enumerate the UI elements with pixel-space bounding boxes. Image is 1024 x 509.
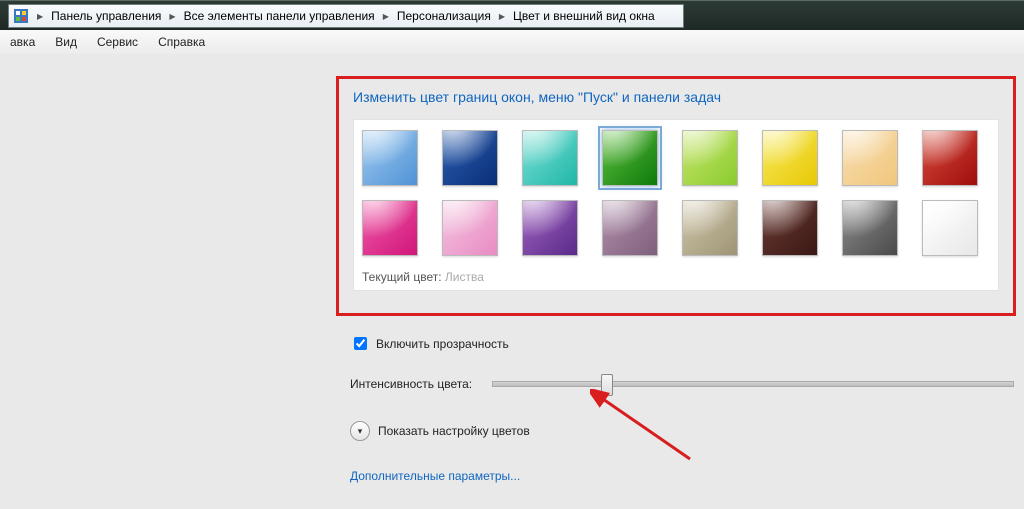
current-color-label: Текущий цвет: <box>362 270 442 284</box>
breadcrumb-item[interactable]: Все элементы панели управления <box>180 5 379 27</box>
menu-item-edit[interactable]: авка <box>0 30 45 54</box>
control-panel-icon <box>13 8 29 24</box>
color-swatch-peach[interactable] <box>842 130 898 186</box>
color-swatch-red[interactable] <box>922 130 978 186</box>
swatch-row <box>362 130 990 186</box>
color-swatch-magenta[interactable] <box>362 200 418 256</box>
chevron-right-icon: ▶ <box>379 12 393 21</box>
color-swatch-sky[interactable] <box>362 130 418 186</box>
color-swatch-pink[interactable] <box>442 200 498 256</box>
intensity-label: Интенсивность цвета: <box>350 377 472 391</box>
menu-item-help[interactable]: Справка <box>148 30 215 54</box>
transparency-toggle-row: Включить прозрачность <box>350 334 1014 353</box>
breadcrumb-bar[interactable]: ▶ Панель управления ▶ Все элементы панел… <box>8 4 684 28</box>
highlight-box: Изменить цвет границ окон, меню "Пуск" и… <box>336 76 1016 316</box>
menu-item-view[interactable]: Вид <box>45 30 87 54</box>
chevron-right-icon: ▶ <box>495 12 509 21</box>
chevron-right-icon: ▶ <box>33 12 47 21</box>
color-swatch-mauve[interactable] <box>602 200 658 256</box>
content-area: Изменить цвет границ окон, меню "Пуск" и… <box>0 54 1024 509</box>
show-color-mixer-label: Показать настройку цветов <box>378 424 530 438</box>
breadcrumb-item[interactable]: Цвет и внешний вид окна <box>509 5 659 27</box>
window-titlebar: ▶ Панель управления ▶ Все элементы панел… <box>0 0 1024 32</box>
show-color-mixer-row[interactable]: ▾ Показать настройку цветов <box>350 421 1014 441</box>
chevron-down-icon[interactable]: ▾ <box>350 421 370 441</box>
color-swatch-yellow[interactable] <box>762 130 818 186</box>
transparency-checkbox[interactable] <box>354 337 367 350</box>
current-color-row: Текущий цвет: Листва <box>362 270 990 284</box>
color-swatch-taupe[interactable] <box>682 200 738 256</box>
chevron-right-icon: ▶ <box>165 12 179 21</box>
breadcrumb-item[interactable]: Персонализация <box>393 5 495 27</box>
breadcrumb-item[interactable]: Панель управления <box>47 5 165 27</box>
color-swatch-brown[interactable] <box>762 200 818 256</box>
color-swatch-purple[interactable] <box>522 200 578 256</box>
menu-item-tools[interactable]: Сервис <box>87 30 148 54</box>
menu-bar: авка Вид Сервис Справка <box>0 30 1024 55</box>
page-heading: Изменить цвет границ окон, меню "Пуск" и… <box>353 89 999 105</box>
slider-thumb[interactable] <box>601 374 613 396</box>
intensity-row: Интенсивность цвета: <box>350 377 1014 391</box>
color-swatch-white[interactable] <box>922 200 978 256</box>
color-swatch-teal[interactable] <box>522 130 578 186</box>
current-color-value: Листва <box>445 270 484 284</box>
color-swatch-blue[interactable] <box>442 130 498 186</box>
color-swatch-lime[interactable] <box>682 130 738 186</box>
advanced-settings-link[interactable]: Дополнительные параметры... <box>350 469 1014 483</box>
transparency-label[interactable]: Включить прозрачность <box>376 337 509 351</box>
color-swatch-gray[interactable] <box>842 200 898 256</box>
color-swatch-green[interactable] <box>602 130 658 186</box>
swatch-row <box>362 200 990 256</box>
color-swatch-grid: Текущий цвет: Листва <box>353 119 999 291</box>
intensity-slider[interactable] <box>492 381 1014 387</box>
